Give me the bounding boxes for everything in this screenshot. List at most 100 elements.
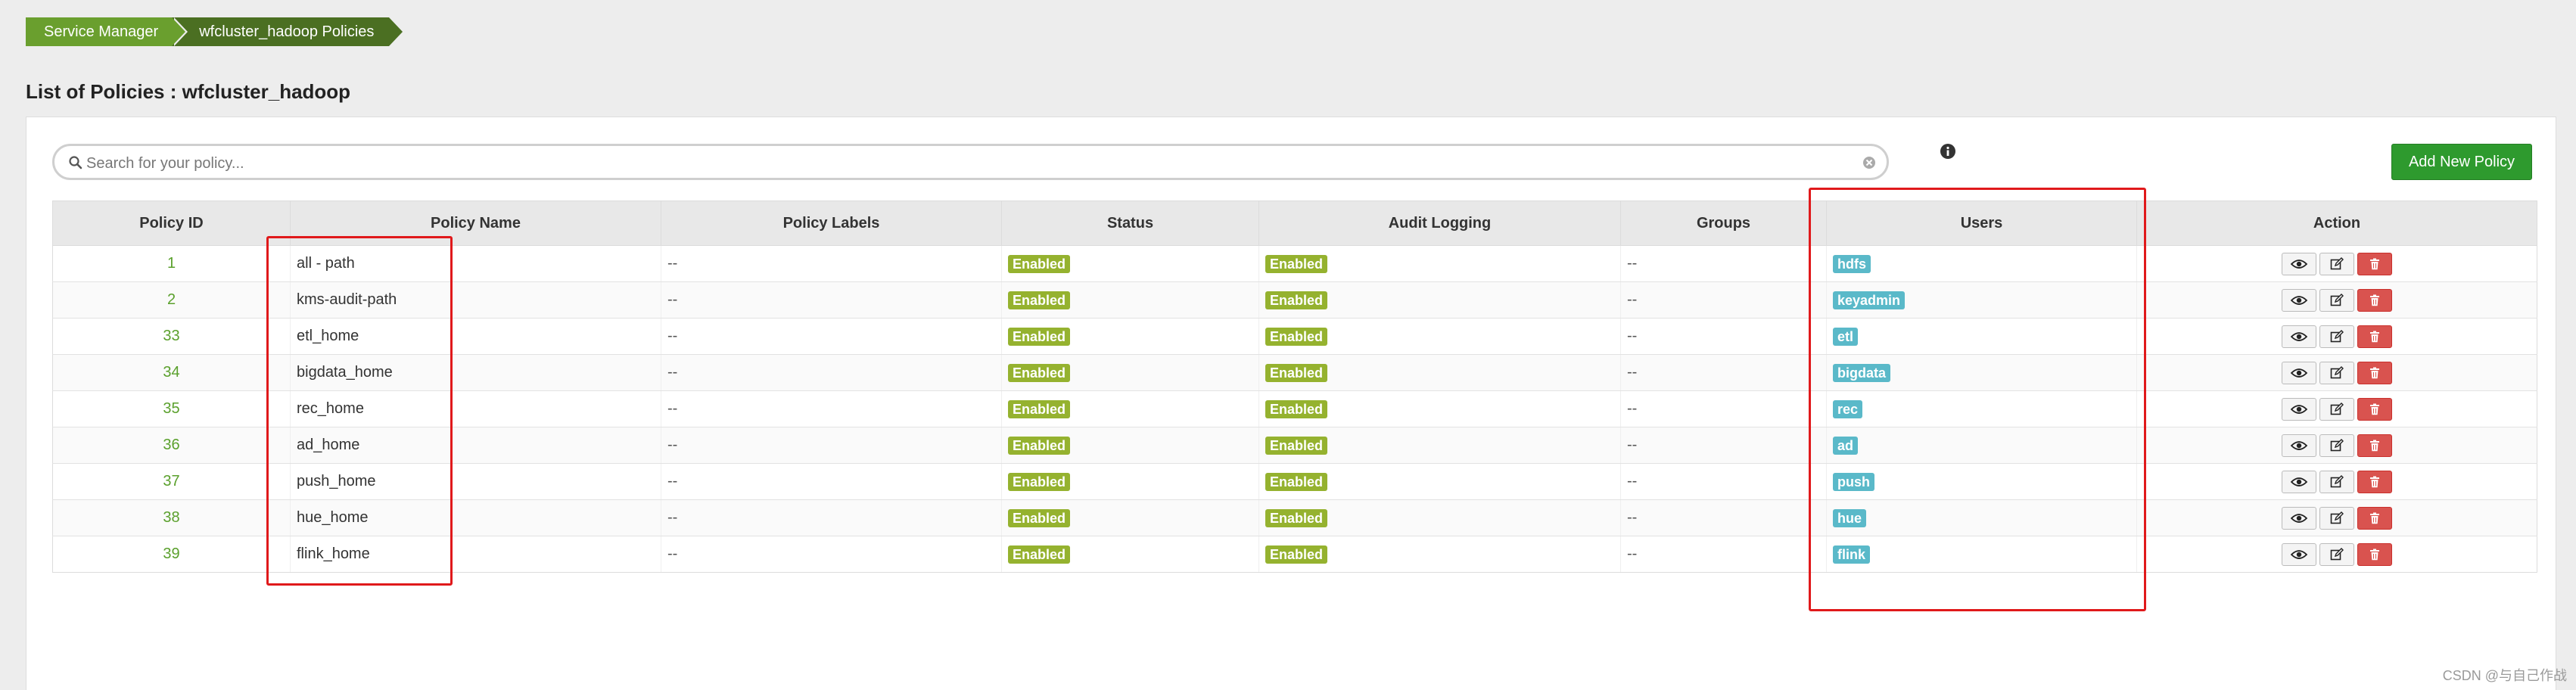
table-row: 35 rec_home -- Enabled Enabled -- rec <box>52 390 2537 427</box>
audit-logging-cell: Enabled <box>1258 427 1621 464</box>
users-cell: hue <box>1826 499 2137 536</box>
clear-icon[interactable] <box>1862 156 1876 169</box>
policy-table: Policy ID Policy Name Policy Labels Stat… <box>52 200 2537 573</box>
user-badge: keyadmin <box>1833 291 1906 309</box>
policies-panel: Add New Policy Policy ID Policy Name Pol… <box>26 117 2556 690</box>
groups-cell: -- <box>1620 427 1827 464</box>
view-button[interactable] <box>2282 325 2316 348</box>
column-header-policy-name[interactable]: Policy Name <box>290 200 661 246</box>
view-button[interactable] <box>2282 288 2316 312</box>
add-new-policy-button[interactable]: Add New Policy <box>2391 144 2532 180</box>
delete-button[interactable] <box>2357 288 2392 312</box>
policy-labels: -- <box>661 499 1002 536</box>
delete-button[interactable] <box>2357 361 2392 384</box>
status-cell: Enabled <box>1001 427 1259 464</box>
policy-name: push_home <box>290 463 661 500</box>
action-cell <box>2136 536 2537 573</box>
policy-name: kms-audit-path <box>290 281 661 319</box>
status-badge: Enabled <box>1008 327 1071 346</box>
action-cell <box>2136 245 2537 282</box>
edit-button[interactable] <box>2319 434 2354 457</box>
column-header-policy-labels[interactable]: Policy Labels <box>661 200 1002 246</box>
delete-button[interactable] <box>2357 397 2392 421</box>
policy-labels: -- <box>661 245 1002 282</box>
groups-cell: -- <box>1620 536 1827 573</box>
breadcrumb: Service Manager wfcluster_hadoop Policie… <box>26 17 403 46</box>
breadcrumb-service-manager[interactable]: Service Manager <box>26 17 188 46</box>
view-button[interactable] <box>2282 506 2316 530</box>
user-badge: bigdata <box>1833 363 1891 382</box>
policy-name: ad_home <box>290 427 661 464</box>
policy-id-link[interactable]: 38 <box>52 499 291 536</box>
column-header-users[interactable]: Users <box>1826 200 2137 246</box>
audit-logging-cell: Enabled <box>1258 281 1621 319</box>
view-button[interactable] <box>2282 361 2316 384</box>
groups-cell: -- <box>1620 354 1827 391</box>
watermark: CSDN @与自己作战 <box>2442 668 2567 683</box>
view-button[interactable] <box>2282 252 2316 275</box>
audit-logging-badge: Enabled <box>1265 254 1328 273</box>
status-cell: Enabled <box>1001 318 1259 355</box>
breadcrumb-policies[interactable]: wfcluster_hadoop Policies <box>172 17 403 46</box>
audit-logging-badge: Enabled <box>1265 472 1328 491</box>
policy-id-link[interactable]: 37 <box>52 463 291 500</box>
audit-logging-cell: Enabled <box>1258 354 1621 391</box>
users-cell: keyadmin <box>1826 281 2137 319</box>
user-badge: hue <box>1833 508 1867 527</box>
status-cell: Enabled <box>1001 536 1259 573</box>
edit-button[interactable] <box>2319 397 2354 421</box>
edit-button[interactable] <box>2319 470 2354 493</box>
users-cell: flink <box>1826 536 2137 573</box>
search-box[interactable] <box>52 144 1889 180</box>
policy-id-link[interactable]: 33 <box>52 318 291 355</box>
policy-name: all - path <box>290 245 661 282</box>
policy-name: etl_home <box>290 318 661 355</box>
delete-button[interactable] <box>2357 252 2392 275</box>
table-row: 37 push_home -- Enabled Enabled -- push <box>52 463 2537 500</box>
status-cell: Enabled <box>1001 390 1259 427</box>
column-header-action: Action <box>2136 200 2537 246</box>
user-badge: etl <box>1833 327 1859 346</box>
column-header-audit-logging[interactable]: Audit Logging <box>1258 200 1621 246</box>
delete-button[interactable] <box>2357 542 2392 566</box>
search-input[interactable] <box>85 151 1851 176</box>
edit-button[interactable] <box>2319 506 2354 530</box>
users-cell: bigdata <box>1826 354 2137 391</box>
view-button[interactable] <box>2282 470 2316 493</box>
audit-logging-cell: Enabled <box>1258 536 1621 573</box>
delete-button[interactable] <box>2357 325 2392 348</box>
view-button[interactable] <box>2282 542 2316 566</box>
edit-button[interactable] <box>2319 252 2354 275</box>
column-header-status[interactable]: Status <box>1001 200 1259 246</box>
policy-id-link[interactable]: 35 <box>52 390 291 427</box>
action-cell <box>2136 318 2537 355</box>
policy-id-link[interactable]: 36 <box>52 427 291 464</box>
delete-button[interactable] <box>2357 470 2392 493</box>
policy-id-link[interactable]: 34 <box>52 354 291 391</box>
groups-cell: -- <box>1620 245 1827 282</box>
search-icon <box>69 156 82 169</box>
delete-button[interactable] <box>2357 506 2392 530</box>
policy-id-link[interactable]: 39 <box>52 536 291 573</box>
view-button[interactable] <box>2282 397 2316 421</box>
groups-cell: -- <box>1620 281 1827 319</box>
table-row: 39 flink_home -- Enabled Enabled -- flink <box>52 536 2537 573</box>
column-header-groups[interactable]: Groups <box>1620 200 1827 246</box>
info-icon[interactable] <box>1940 143 1956 160</box>
audit-logging-cell: Enabled <box>1258 463 1621 500</box>
view-button[interactable] <box>2282 434 2316 457</box>
policy-id-link[interactable]: 2 <box>52 281 291 319</box>
action-cell <box>2136 499 2537 536</box>
table-header-row: Policy ID Policy Name Policy Labels Stat… <box>52 200 2537 246</box>
users-cell: push <box>1826 463 2137 500</box>
delete-button[interactable] <box>2357 434 2392 457</box>
column-header-policy-id[interactable]: Policy ID <box>52 200 291 246</box>
edit-button[interactable] <box>2319 361 2354 384</box>
status-badge: Enabled <box>1008 254 1071 273</box>
audit-logging-badge: Enabled <box>1265 363 1328 382</box>
edit-button[interactable] <box>2319 542 2354 566</box>
policy-id-link[interactable]: 1 <box>52 245 291 282</box>
edit-button[interactable] <box>2319 288 2354 312</box>
edit-button[interactable] <box>2319 325 2354 348</box>
status-badge: Enabled <box>1008 399 1071 418</box>
